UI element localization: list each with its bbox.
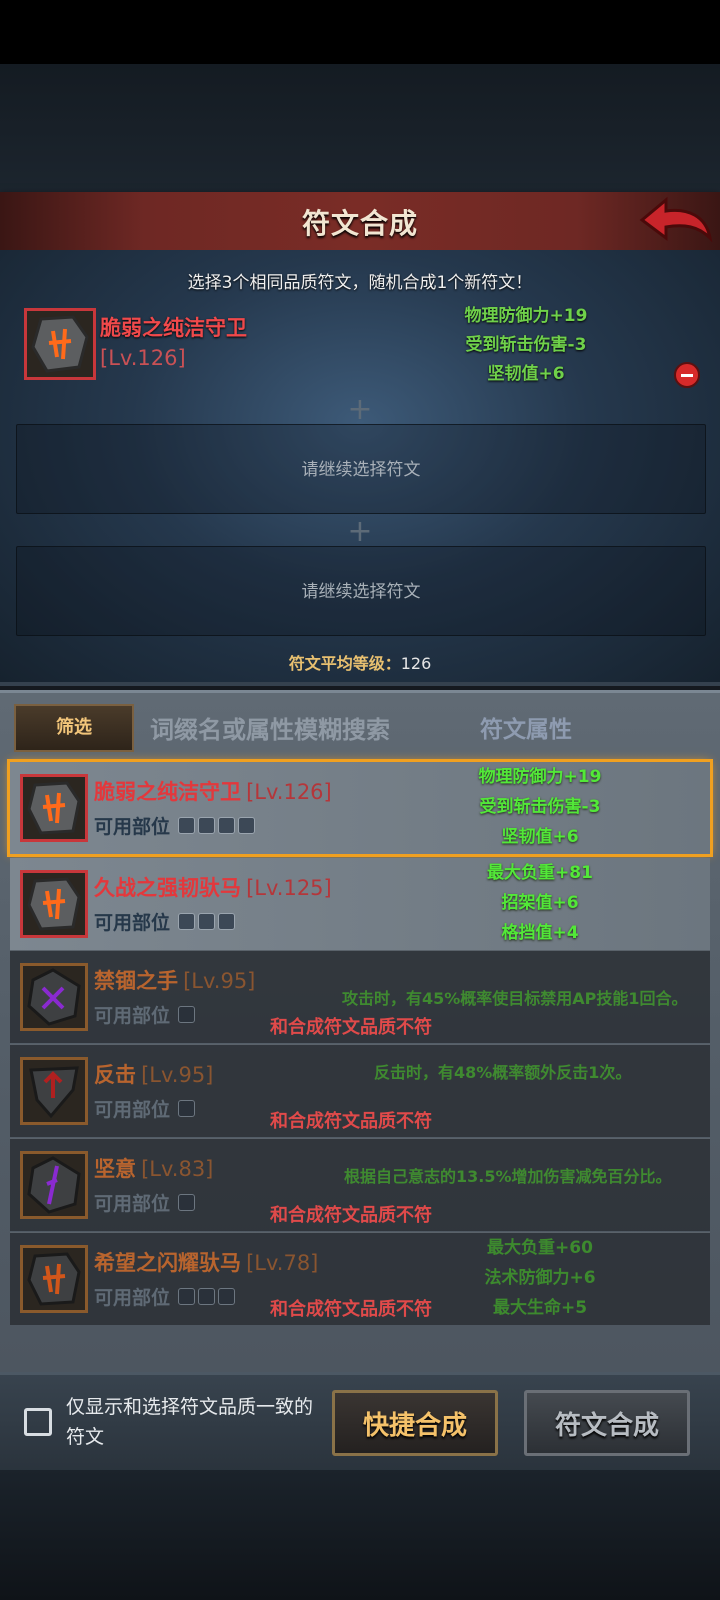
back-button[interactable] [638,194,714,248]
only-show-matching-label: 仅显示和选择符文品质一致的符文 [66,1396,314,1448]
quality-mismatch-text: 和合成符文品质不符 [270,1205,432,1226]
part-icons [178,816,258,839]
usable-parts: 可用部位 [94,1283,238,1310]
rune-stats: 最大负重+60 法术防御力+6 最大生命+5 [484,1238,596,1318]
rune-effect: 反击时，有48%概率额外反击1次。 [374,1063,632,1082]
rune-effect: 攻击时，有45%概率使目标禁用AP技能1回合。 [342,989,688,1008]
quality-mismatch-text: 和合成符文品质不符 [270,1017,432,1038]
compose-slot-1[interactable]: 脆弱之纯洁守卫 [Lv.126] 物理防御力+19 受到斩击伤害-3 坚韧值+6 [16,300,704,390]
rune-list-item[interactable]: 反击 [Lv.95] 可用部位 反击时，有48%概率额外反击1次。 和合成符文品… [10,1044,710,1137]
rune-name: 久战之强韧驮马 [Lv.125] [94,876,332,900]
rune-compose-button[interactable]: 符文合成 [524,1390,690,1456]
quality-mismatch-text: 和合成符文品质不符 [270,1111,432,1132]
slot-stat: 物理防御力+19 [464,306,588,326]
rune-list-item[interactable]: 禁锢之手 [Lv.95] 可用部位 攻击时，有45%概率使目标禁用AP技能1回合… [10,950,710,1043]
rune-list-item[interactable]: 希望之闪耀驮马 [Lv.78] 可用部位 最大负重+60 法术防御力+6 最大生命+… [10,1232,710,1325]
average-level-label: 符文平均等级： [288,654,401,673]
slot-stats: 物理防御力+19 受到斩击伤害-3 坚韧值+6 [426,302,626,389]
average-level-value: 126 [400,654,432,673]
rune-list-item[interactable]: 久战之强韧驮马 [Lv.125] 可用部位 最大负重+81 招架值+6 格挡值+4 [10,858,710,950]
instruction-text: 选择3个相同品质符文，随机合成1个新符文！ [187,273,533,293]
slot-rune-name: 脆弱之纯洁守卫 [100,316,247,340]
rune-stats: 最大负重+81 招架值+6 格挡值+4 [487,863,593,943]
rune-list-item[interactable]: 脆弱之纯洁守卫 [Lv.126] 可用部位 物理防御力+19 受到斩击伤害-3 坚韧… [7,759,713,857]
rune-name: 坚意 [Lv.83] [94,1157,214,1181]
rune-stats: 物理防御力+19 受到斩击伤害-3 坚韧值+6 [478,767,602,847]
slot-rune-level: [Lv.126] [100,346,186,370]
usable-parts: 可用部位 [94,908,238,935]
quick-compose-button[interactable]: 快捷合成 [332,1390,498,1456]
only-show-matching-checkbox[interactable] [24,1408,52,1436]
compose-slot-3[interactable]: 请继续选择符文 [16,546,706,636]
part-icons [178,1005,198,1028]
search-input[interactable]: 词缀名或属性模糊搜索 [150,710,450,750]
filter-button[interactable]: 筛选 [14,704,134,752]
part-icons [178,1193,198,1216]
part-icons [178,1099,198,1122]
part-icons [178,1287,238,1310]
remove-rune-button[interactable] [674,362,700,388]
part-icons [178,912,238,935]
rune-name: 禁锢之手 [Lv.95] [94,969,256,993]
quality-mismatch-text: 和合成符文品质不符 [270,1299,432,1320]
empty-slot-hint: 请继续选择符文 [301,582,421,602]
plus-icon: + [347,514,373,549]
rune-effect: 根据自己意志的13.5%增加伤害减免百分比。 [344,1167,672,1186]
average-level: 符文平均等级：126 [0,650,720,674]
slot-stat: 坚韧值+6 [487,364,565,384]
back-arrow-icon [639,196,713,243]
usable-parts: 可用部位 [94,1001,198,1028]
rune-icon [20,1245,88,1313]
rune-icon [20,963,88,1031]
rune-name: 希望之闪耀驮马 [Lv.78] [94,1251,319,1275]
rune-icon [24,308,96,380]
usable-parts: 可用部位 [94,812,258,839]
rune-list-item[interactable]: 坚意 [Lv.83] 可用部位 根据自己意志的13.5%增加伤害减免百分比。 和… [10,1138,710,1231]
status-bar [0,0,720,64]
usable-parts: 可用部位 [94,1095,198,1122]
bottom-background [0,1470,720,1600]
plus-icon: + [347,392,373,427]
usable-parts: 可用部位 [94,1189,198,1216]
slot-stat: 受到斩击伤害-3 [465,335,587,355]
rune-name: 反击 [Lv.95] [94,1063,214,1087]
empty-slot-hint: 请继续选择符文 [301,460,421,480]
rune-name: 脆弱之纯洁守卫 [Lv.126] [94,780,332,804]
rune-icon [20,774,88,842]
top-background [0,64,720,192]
compose-slot-2[interactable]: 请继续选择符文 [16,424,706,514]
page-title: 符文合成 [301,207,418,240]
rune-icon [20,870,88,938]
rune-attribute-tab[interactable]: 符文属性 [480,710,572,750]
rune-icon [20,1151,88,1219]
rune-icon [20,1057,88,1125]
